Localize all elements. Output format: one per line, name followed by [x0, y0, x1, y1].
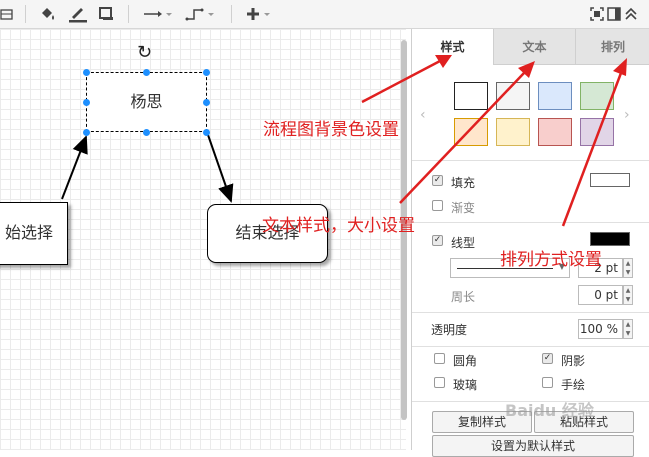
annotation-background: 流程图背景色设置 [263, 120, 399, 140]
format-panel-icon[interactable] [607, 4, 621, 24]
divider [412, 222, 649, 223]
insert-plus-icon[interactable] [243, 4, 273, 24]
line-width-stepper[interactable]: ▲ ▼ [623, 258, 633, 278]
annotation-text: 文本样式，大小设置 [262, 216, 415, 236]
perimeter-stepper[interactable]: ▲ ▼ [623, 285, 633, 305]
gradient-label: 渐变 [451, 201, 476, 215]
fill-color-picker[interactable] [590, 173, 630, 187]
table-icon[interactable] [0, 4, 14, 24]
rounded-checkbox[interactable] [434, 353, 445, 364]
color-swatch[interactable] [496, 82, 530, 110]
color-swatch[interactable] [496, 118, 530, 146]
panel-tabs: 样式 文本 排列 [412, 29, 649, 65]
fill-color-icon[interactable] [38, 4, 58, 24]
line-checkbox[interactable]: ✓ [432, 235, 443, 246]
resize-handle[interactable] [203, 99, 210, 106]
sketch-label: 手绘 [561, 378, 586, 392]
resize-handle[interactable] [83, 129, 90, 136]
resize-handle[interactable] [83, 99, 90, 106]
fill-label: 填充 [451, 176, 476, 190]
rounded-label: 圆角 [453, 354, 478, 368]
resize-handle[interactable] [143, 129, 150, 136]
line-label: 线型 [451, 236, 476, 250]
toolbar-divider [128, 5, 129, 23]
collapse-icon[interactable] [624, 4, 638, 24]
waypoints-icon[interactable] [184, 4, 220, 24]
shadow-checkbox[interactable]: ✓ [542, 353, 553, 364]
shadow-icon[interactable] [98, 4, 116, 24]
divider [412, 312, 649, 313]
color-swatch[interactable] [454, 118, 488, 146]
fit-page-icon[interactable] [590, 4, 604, 24]
node-center-label: 杨思 [130, 92, 163, 111]
edge-center-to-right[interactable] [206, 131, 234, 203]
divider [412, 346, 649, 347]
color-swatch[interactable] [538, 118, 572, 146]
format-panel: 样式 文本 排列 ‹ › ✓ 填充 渐变 ✓ 线型 ▼ 2 pt ▲ ▼ 周长 0… [411, 29, 649, 457]
edge-left-to-center[interactable] [61, 135, 88, 200]
glass-label: 玻璃 [453, 378, 478, 392]
perimeter-label: 周长 [451, 290, 476, 304]
node-center[interactable]: 杨思 [86, 72, 207, 132]
color-swatch[interactable] [580, 82, 614, 110]
color-swatch[interactable] [454, 82, 488, 110]
annotation-arrange: 排列方式设置 [500, 250, 602, 270]
tab-text[interactable]: 文本 [493, 29, 575, 65]
color-swatch[interactable] [580, 118, 614, 146]
chevron-left-icon[interactable]: ‹ [420, 107, 426, 123]
line-color-icon[interactable] [67, 4, 89, 24]
watermark: Baidu 经验 [505, 401, 594, 420]
toolbar-divider [231, 5, 232, 23]
node-left[interactable]: 始选择 [0, 202, 68, 265]
sketch-checkbox[interactable] [542, 377, 553, 388]
glass-checkbox[interactable] [434, 377, 445, 388]
rotate-handle-icon[interactable]: ↻ [137, 42, 152, 63]
opacity-input[interactable]: 100 % [578, 319, 623, 339]
line-color-picker[interactable] [590, 232, 630, 246]
toolbar-divider [25, 5, 26, 23]
tab-arrange[interactable]: 排列 [575, 29, 649, 65]
resize-handle[interactable] [203, 129, 210, 136]
set-default-style-button[interactable]: 设置为默认样式 [432, 435, 634, 457]
color-swatch[interactable] [538, 82, 572, 110]
chevron-right-icon[interactable]: › [624, 107, 630, 123]
connector-straight-icon[interactable] [142, 4, 176, 24]
opacity-label: 透明度 [431, 323, 468, 337]
toolbar [0, 0, 649, 29]
shadow-label: 阴影 [561, 354, 586, 368]
node-left-label: 始选择 [4, 223, 53, 242]
resize-handle[interactable] [143, 69, 150, 76]
resize-handle[interactable] [203, 69, 210, 76]
tab-style[interactable]: 样式 [412, 29, 493, 65]
opacity-stepper[interactable]: ▲ ▼ [623, 319, 633, 339]
divider [412, 160, 649, 161]
resize-handle[interactable] [83, 69, 90, 76]
gradient-checkbox[interactable] [432, 200, 443, 211]
fill-checkbox[interactable]: ✓ [432, 175, 443, 186]
diagram-canvas[interactable]: ↻ 杨思 始选择 结束选择 [0, 29, 406, 450]
perimeter-input[interactable]: 0 pt [578, 285, 623, 305]
